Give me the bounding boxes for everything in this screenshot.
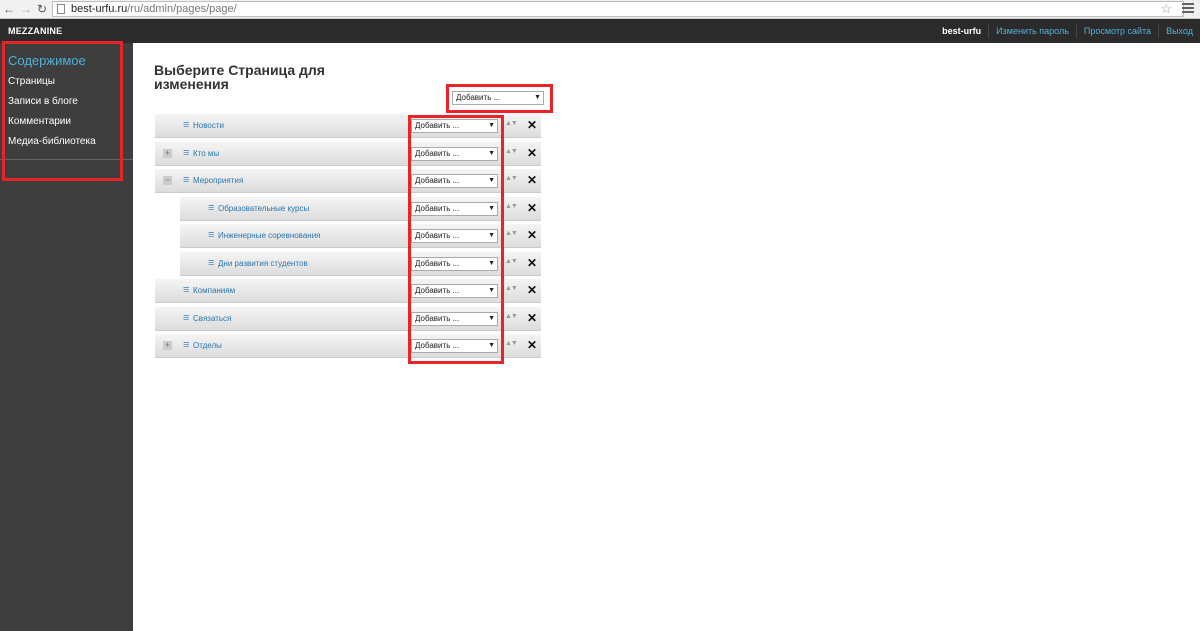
page-link[interactable]: Компаниям bbox=[193, 285, 235, 296]
drag-handle-icon[interactable]: ≡ bbox=[183, 340, 189, 351]
page-link[interactable]: Дни развития студентов bbox=[218, 258, 308, 269]
row-controls: ▲▼ ✕ bbox=[505, 201, 541, 217]
delete-icon[interactable]: ✕ bbox=[527, 311, 537, 325]
page-icon bbox=[57, 4, 65, 14]
current-user: best-urfu bbox=[942, 26, 982, 36]
drag-handle-icon[interactable]: ≡ bbox=[208, 230, 214, 241]
row-controls: ▲▼ ✕ bbox=[505, 228, 541, 244]
back-icon[interactable]: ← bbox=[3, 2, 15, 16]
row-controls: ▲▼ ✕ bbox=[505, 256, 541, 272]
page-link[interactable]: Кто мы bbox=[193, 148, 219, 159]
page-link[interactable]: Отделы bbox=[193, 340, 222, 351]
view-site-link[interactable]: Просмотр сайта bbox=[1075, 24, 1158, 38]
drag-handle-icon[interactable]: ≡ bbox=[183, 313, 189, 324]
drag-handle-icon[interactable]: ≡ bbox=[183, 285, 189, 296]
url-text: best-urfu.ru/ru/admin/pages/page/ bbox=[71, 3, 237, 15]
brand-logo[interactable]: MEZZANINE bbox=[0, 19, 133, 43]
delete-icon[interactable]: ✕ bbox=[527, 201, 537, 215]
page-link[interactable]: Мероприятия bbox=[193, 175, 243, 186]
delete-icon[interactable]: ✕ bbox=[527, 146, 537, 160]
reorder-arrows-icon[interactable]: ▲▼ bbox=[505, 203, 518, 210]
row-controls: ▲▼ ✕ bbox=[505, 146, 541, 162]
admin-topbar: best-urfu Изменить пароль Просмотр сайта… bbox=[133, 19, 1200, 43]
drag-handle-icon[interactable]: ≡ bbox=[183, 148, 189, 159]
reorder-arrows-icon[interactable]: ▲▼ bbox=[505, 313, 518, 320]
address-bar[interactable]: best-urfu.ru/ru/admin/pages/page/ bbox=[52, 1, 1184, 17]
row-controls: ▲▼ ✕ bbox=[505, 173, 541, 189]
expand-icon[interactable]: + bbox=[163, 341, 172, 350]
reorder-arrows-icon[interactable]: ▲▼ bbox=[505, 148, 518, 155]
sidebar-highlight-box bbox=[2, 41, 123, 181]
delete-icon[interactable]: ✕ bbox=[527, 228, 537, 242]
reorder-arrows-icon[interactable]: ▲▼ bbox=[505, 120, 518, 127]
add-page-select[interactable]: Добавить ... ▼ bbox=[452, 91, 544, 105]
delete-icon[interactable]: ✕ bbox=[527, 118, 537, 132]
page-link[interactable]: Образовательные курсы bbox=[218, 203, 309, 214]
drag-handle-icon[interactable]: ≡ bbox=[183, 120, 189, 131]
browser-toolbar: ← → ↻ best-urfu.ru/ru/admin/pages/page/ … bbox=[0, 0, 1200, 19]
browser-menu-icon[interactable] bbox=[1182, 3, 1194, 13]
drag-handle-icon[interactable]: ≡ bbox=[183, 175, 189, 186]
page-link[interactable]: Инженерные соревнования bbox=[218, 230, 321, 241]
reorder-arrows-icon[interactable]: ▲▼ bbox=[505, 230, 518, 237]
delete-icon[interactable]: ✕ bbox=[527, 256, 537, 270]
row-controls: ▲▼ ✕ bbox=[505, 283, 541, 299]
forward-icon[interactable]: → bbox=[20, 2, 32, 16]
reload-icon[interactable]: ↻ bbox=[36, 2, 48, 16]
drag-handle-icon[interactable]: ≡ bbox=[208, 203, 214, 214]
reorder-arrows-icon[interactable]: ▲▼ bbox=[505, 258, 518, 265]
reorder-arrows-icon[interactable]: ▲▼ bbox=[505, 340, 518, 347]
add-page-select-value: Добавить ... bbox=[456, 93, 501, 102]
reorder-arrows-icon[interactable]: ▲▼ bbox=[505, 175, 518, 182]
page-title: Выберите Страница для изменения bbox=[154, 62, 325, 92]
change-password-link[interactable]: Изменить пароль bbox=[988, 24, 1076, 38]
delete-icon[interactable]: ✕ bbox=[527, 338, 537, 352]
reorder-arrows-icon[interactable]: ▲▼ bbox=[505, 285, 518, 292]
collapse-icon[interactable]: − bbox=[163, 176, 172, 185]
delete-icon[interactable]: ✕ bbox=[527, 283, 537, 297]
page-link[interactable]: Новости bbox=[193, 120, 224, 131]
row-controls: ▲▼ ✕ bbox=[505, 338, 541, 354]
page-link[interactable]: Связаться bbox=[193, 313, 231, 324]
expand-icon[interactable]: + bbox=[163, 149, 172, 158]
drag-handle-icon[interactable]: ≡ bbox=[208, 258, 214, 269]
row-controls: ▲▼ ✕ bbox=[505, 311, 541, 327]
row-controls: ▲▼ ✕ bbox=[505, 118, 541, 134]
bookmark-star-icon[interactable]: ☆ bbox=[1160, 2, 1172, 16]
delete-icon[interactable]: ✕ bbox=[527, 173, 537, 187]
add-select-column-highlight bbox=[408, 115, 504, 364]
logout-link[interactable]: Выход bbox=[1158, 24, 1200, 38]
dropdown-arrow-icon: ▼ bbox=[534, 94, 541, 101]
